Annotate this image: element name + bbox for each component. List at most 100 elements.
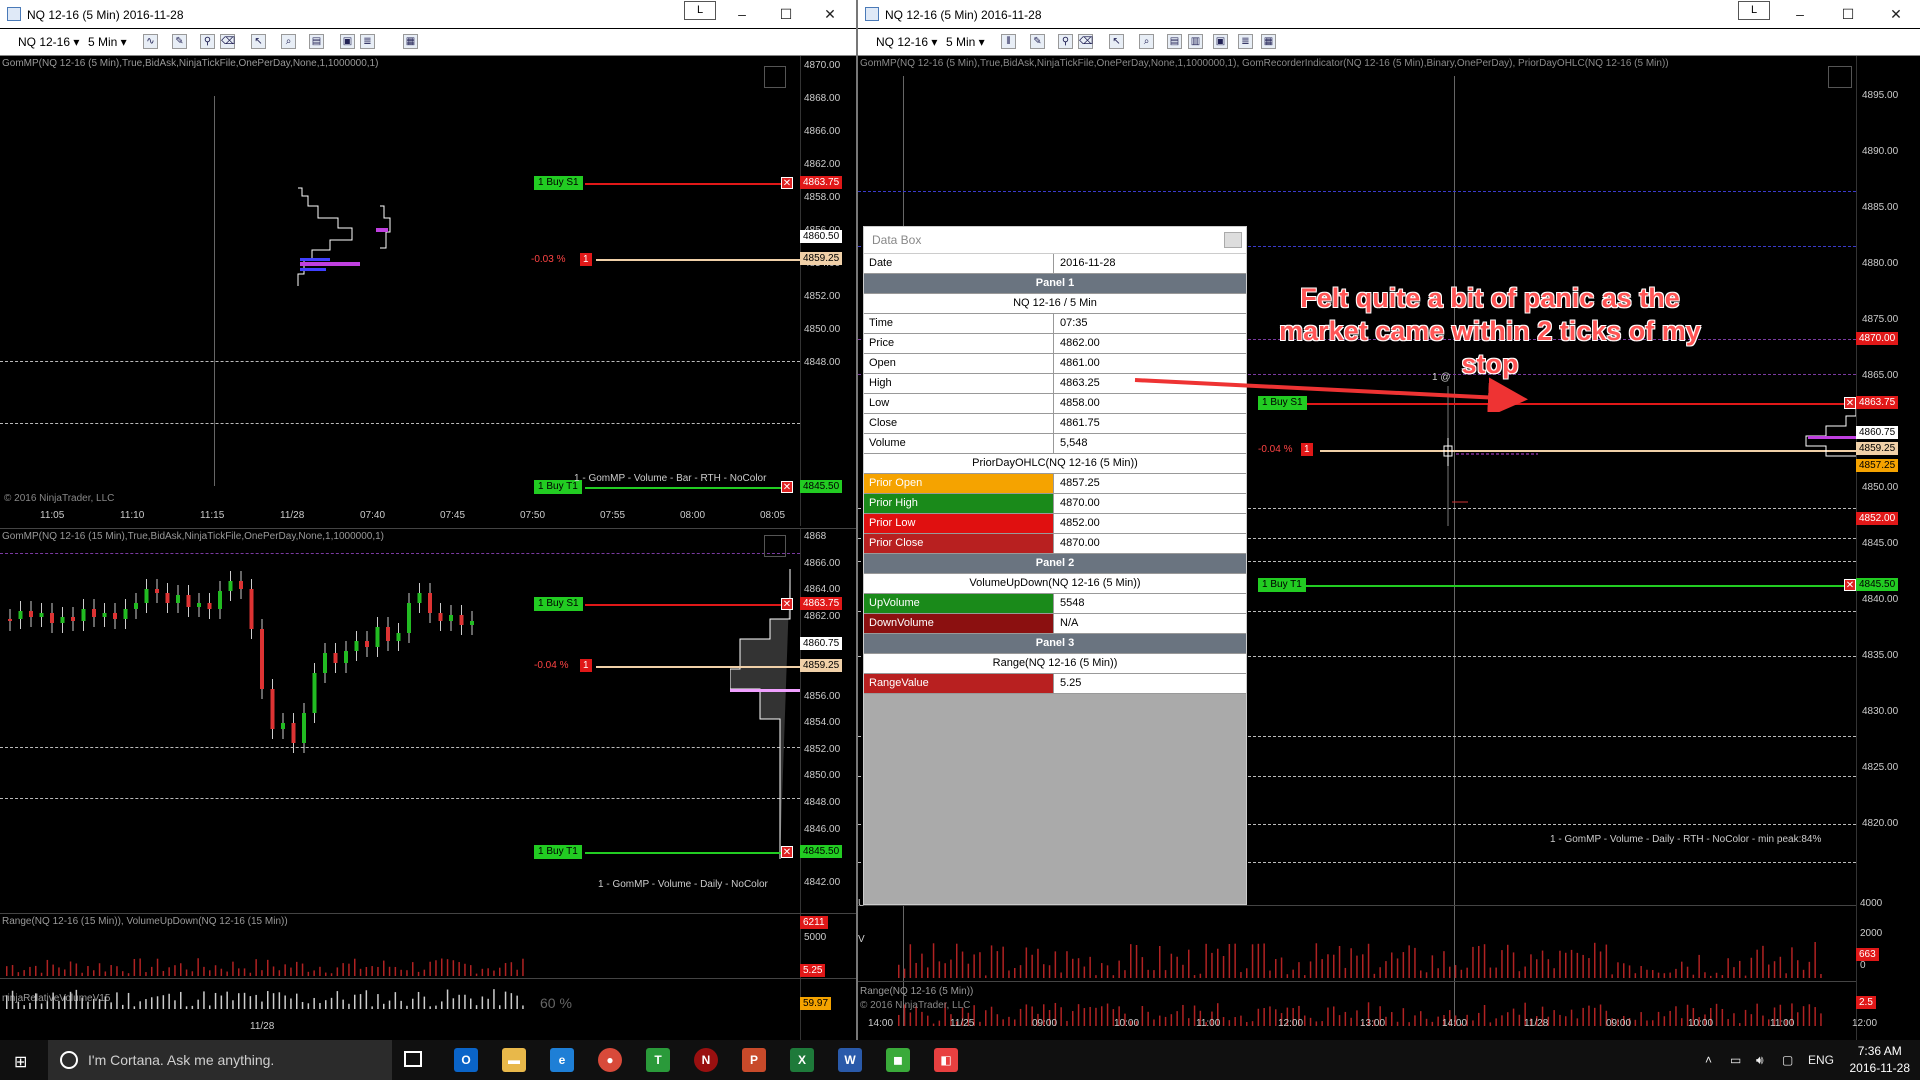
eraser-icon[interactable]: ⌫ [220,34,235,49]
language-indicator[interactable]: ENG [1808,1053,1834,1067]
zoom-icon[interactable]: ⌕ [1139,34,1154,49]
last-price-line [596,259,801,261]
tray-chevron-icon[interactable]: ˄ [1705,1053,1712,1067]
chart-style-icon[interactable]: ∿ [143,34,158,49]
position-qty[interactable]: 1 [1301,443,1313,456]
attach-tool-icon[interactable]: ⚲ [1058,34,1073,49]
data-series-icon[interactable]: ▦ [403,34,418,49]
network-icon[interactable]: ▭ [1730,1053,1741,1067]
scroll-right-icon[interactable] [1828,66,1852,88]
left-title-bar[interactable]: NQ 12-16 (5 Min) 2016-11-28 L – ☐ ✕ [0,0,856,28]
target-order-line[interactable] [585,487,788,489]
cancel-order-icon[interactable]: ✕ [781,481,793,493]
bar [470,998,472,1009]
data-series-icon[interactable]: ▦ [1261,34,1276,49]
price-axis[interactable] [800,56,801,526]
buy-target-order[interactable]: 1 Buy T1 [1258,578,1306,592]
outlook-icon[interactable]: O [454,1048,478,1072]
scroll-right-icon[interactable] [764,66,786,88]
maximize-icon[interactable]: ☐ [764,3,808,25]
minimize-icon[interactable]: – [1778,3,1822,25]
right-title-bar[interactable]: NQ 12-16 (5 Min) 2016-11-28 L – ☐ ✕ [858,0,1920,28]
cancel-order-icon[interactable]: ✕ [781,177,793,189]
scroll-right-icon[interactable] [764,535,786,557]
buy-target-order[interactable]: 1 Buy T1 [534,845,582,859]
taskbar-clock[interactable]: 7:36 AM 2016-11-28 [1850,1043,1911,1077]
price-axis[interactable] [1856,56,1857,1040]
stop-order-line[interactable] [585,183,788,185]
interval-selector[interactable]: 5 Min ▾ [88,34,127,50]
ninjatrader-icon[interactable]: N [694,1048,718,1072]
instrument-selector[interactable]: NQ 12-16 ▾ [18,34,79,50]
bar [267,959,269,976]
tws-icon[interactable]: T [646,1048,670,1072]
buy-stop-order[interactable]: 1 Buy S1 [534,597,583,611]
cortana-search-input[interactable]: I'm Cortana. Ask me anything. [88,1052,274,1068]
data-box-window[interactable]: Data Box Date 2016-11-28 Panel 1 NQ 12-1… [863,226,1247,905]
bar [1623,963,1625,978]
bar [307,1003,310,1009]
chart-trader-icon[interactable]: ▤ [1167,34,1182,49]
maximize-icon[interactable]: ☐ [1826,3,1870,25]
instrument-selector[interactable]: NQ 12-16 ▾ [876,34,937,50]
target-order-line[interactable] [1293,585,1845,587]
powerpoint-icon[interactable]: P [742,1048,766,1072]
properties-icon[interactable]: ≣ [1238,34,1253,49]
volume-icon[interactable]: 🔊︎ [1756,1053,1764,1068]
chrome-icon[interactable]: ● [598,1048,622,1072]
price-axis-label: 4840.00 [1862,594,1899,605]
bar [1594,1007,1596,1026]
pointer-icon[interactable]: ↖ [251,34,266,49]
attach-tool-icon[interactable]: ⚲ [200,34,215,49]
pointer-icon[interactable]: ↖ [1109,34,1124,49]
minimize-icon[interactable]: – [720,3,764,25]
app-icon[interactable]: ◧ [934,1048,958,1072]
link-button[interactable]: L [684,1,716,20]
cancel-order-icon[interactable]: ✕ [781,846,793,858]
eraser-icon[interactable]: ⌫ [1078,34,1093,49]
target-order-line[interactable] [585,852,788,854]
chart-style-icon[interactable]: ⫴ [1001,34,1016,49]
buy-stop-order[interactable]: 1 Buy S1 [534,176,583,190]
properties-icon[interactable]: ≣ [360,34,375,49]
bar [1727,1019,1729,1026]
excel-icon[interactable]: X [790,1048,814,1072]
panel-2-series: VolumeUpDown(NQ 12-16 (5 Min)) [864,574,1246,594]
chart-trader-icon[interactable]: ▤ [309,34,324,49]
data-box-close-icon[interactable] [1224,232,1242,248]
zoom-icon[interactable]: ⌕ [281,34,296,49]
position-qty[interactable]: 1 [580,253,592,266]
draw-tool-icon[interactable]: ✎ [1030,34,1045,49]
screenshot-icon[interactable]: ▣ [1213,34,1228,49]
close-icon[interactable]: ✕ [1874,3,1918,25]
bar [1588,1005,1590,1026]
link-button[interactable]: L [1738,1,1770,20]
interval-selector[interactable]: 5 Min ▾ [946,34,985,50]
bar [1344,967,1347,978]
edge-icon[interactable]: e [550,1048,574,1072]
strategy-icon[interactable]: ▥ [1188,34,1203,49]
cortana-search-box[interactable]: I'm Cortana. Ask me anything. [48,1040,392,1080]
draw-tool-icon[interactable]: ✎ [172,34,187,49]
left-mid-chart[interactable]: GomMP(NQ 12-16 (15 Min),True,BidAsk,Ninj… [0,528,856,913]
app-icon[interactable]: ◼ [886,1048,910,1072]
cancel-order-icon[interactable]: ✕ [781,598,793,610]
task-view-icon[interactable] [404,1051,422,1067]
position-qty[interactable]: 1 [580,659,592,672]
screenshot-icon[interactable]: ▣ [340,34,355,49]
cancel-order-icon[interactable]: ✕ [1844,579,1856,591]
bar [116,966,118,976]
time-axis-label: 11:10 [120,510,145,521]
close-icon[interactable]: ✕ [808,3,852,25]
notification-icon[interactable]: ▢ [1782,1053,1793,1067]
time-axis-label: 08:00 [680,510,706,521]
time-axis-label: 14:00 [868,1018,894,1029]
file-explorer-icon[interactable]: ▬ [502,1048,526,1072]
left-top-chart[interactable]: GomMP(NQ 12-16 (5 Min),True,BidAsk,Ninja… [0,56,856,526]
bar [1002,1019,1004,1026]
word-icon[interactable]: W [838,1048,862,1072]
windows-start-icon[interactable]: ⊞ [14,1052,27,1072]
stop-order-line[interactable] [585,604,788,606]
left-range-panel[interactable]: Range(NQ 12-16 (15 Min)), VolumeUpDown(N… [0,913,856,978]
left-relvol-panel[interactable]: ninjaRelativeVolumeV15 60 % 59.97 11/28 [0,978,856,1040]
